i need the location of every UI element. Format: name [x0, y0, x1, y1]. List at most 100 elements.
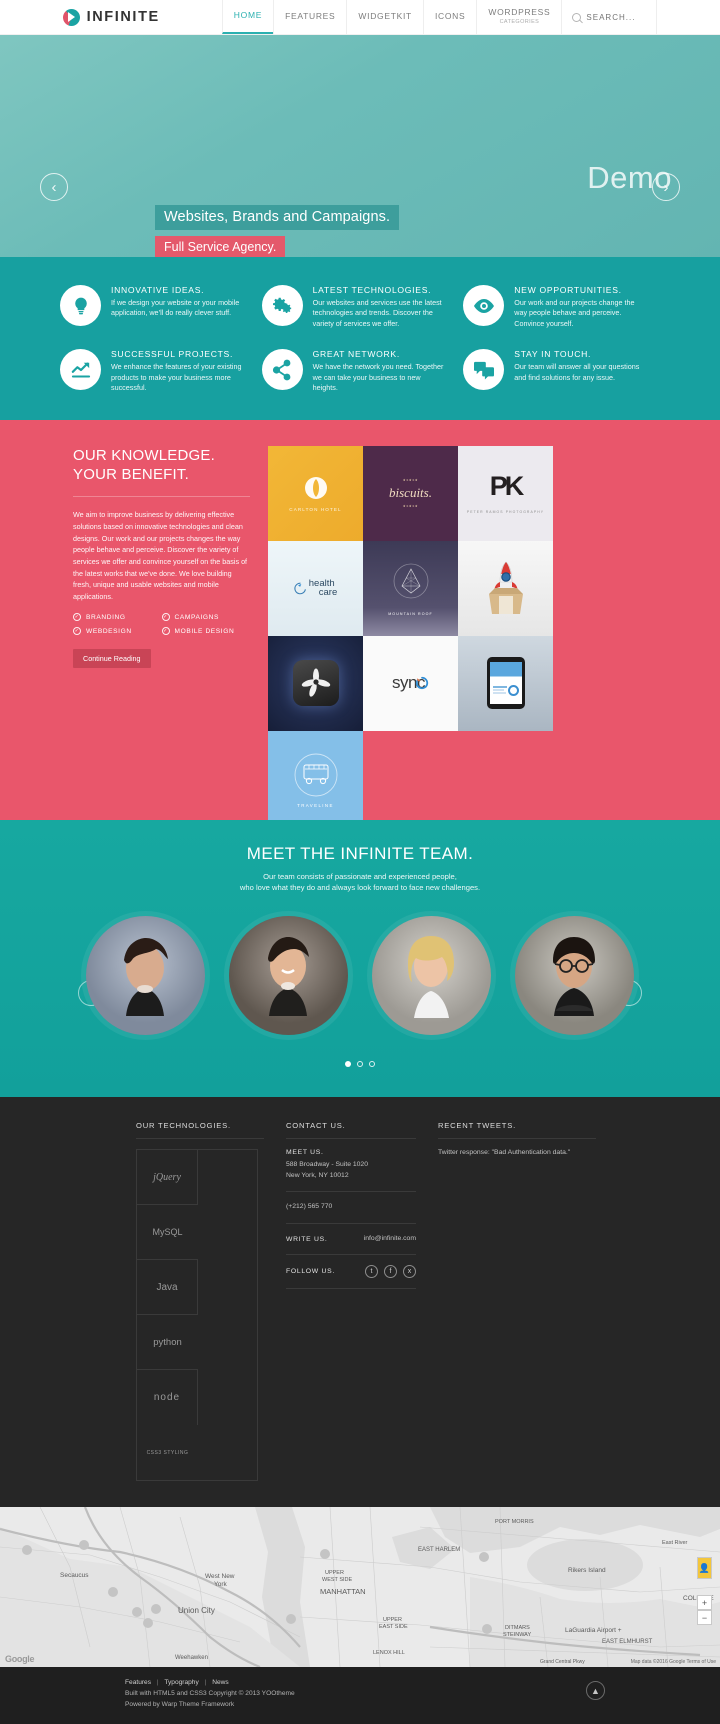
ornament-icon: ❦❧❦❧❦ [402, 504, 419, 509]
feature-title: GREAT NETWORK. [312, 349, 400, 360]
phone-number[interactable]: (+212) 565 770 [286, 1202, 416, 1213]
tablet-icon [486, 657, 525, 710]
chat-bubbles-icon [463, 349, 505, 391]
email-address[interactable]: info@infinite.com [364, 1234, 416, 1245]
knowledge-section: OUR KNOWLEDGE. YOUR BENEFIT. We aim to i… [0, 419, 720, 826]
portfolio-tile-app-icon[interactable] [268, 635, 363, 731]
search-input[interactable] [586, 12, 645, 22]
team-subtitle: Our team consists of passionate and expe… [0, 871, 720, 895]
team-members [0, 916, 720, 1036]
tech-mysql[interactable]: MySQL [137, 1205, 198, 1261]
hero-caption: Websites, Brands and Campaigns. Full Ser… [155, 205, 400, 257]
feature-new-opportunities[interactable]: NEW OPPORTUNITIES. Our work and our proj… [463, 285, 665, 329]
continue-reading-button[interactable]: Continue Reading [73, 649, 151, 669]
nav-label: HOME [233, 10, 263, 21]
zoom-out-button[interactable]: − [697, 1610, 712, 1626]
tech-node[interactable]: node [137, 1370, 198, 1426]
team-member-2[interactable] [229, 916, 348, 1036]
write-us-block: WRITE US. info@infinite.com [286, 1224, 416, 1256]
map-section[interactable]: Secaucus West New York Union City Weehawken U… [0, 1507, 720, 1668]
portfolio-tile-peter-ramos[interactable]: PK PETER RAMOS PHOTOGRAPHY [458, 445, 553, 541]
team-member-4[interactable] [515, 916, 634, 1036]
nav-item-icons[interactable]: ICONS [422, 0, 476, 34]
bottom-link-news[interactable]: News [212, 1679, 229, 1686]
nav-item-features[interactable]: FEATURES [273, 0, 346, 34]
tech-java[interactable]: Java [137, 1260, 198, 1316]
portfolio-tile-rocket-box[interactable] [458, 540, 553, 636]
portfolio-tile-mountain-roof[interactable]: MOUNTAIN ROOF [363, 540, 458, 636]
tweet-text: Twitter response: "Bad Authentication da… [438, 1149, 571, 1157]
feature-latest-technologies[interactable]: LATEST TECHNOLOGIES. Our websites and se… [261, 285, 464, 329]
portfolio-tile-sync[interactable]: sync [363, 635, 458, 731]
bottom-link-typography[interactable]: Typography [164, 1679, 198, 1686]
nav-label: WIDGETKIT [358, 11, 412, 22]
zoom-in-button[interactable]: + [697, 1595, 712, 1611]
hero-next-button[interactable]: › [652, 173, 680, 201]
facebook-icon[interactable]: f [384, 1265, 397, 1279]
write-us-label: WRITE US. [286, 1235, 328, 1243]
feature-great-network[interactable]: GREAT NETWORK. We have the network you n… [261, 349, 464, 393]
knowledge-text-column: OUR KNOWLEDGE. YOUR BENEFIT. We aim to i… [73, 446, 268, 826]
hero-headline: Websites, Brands and Campaigns. [155, 205, 400, 230]
ornament-icon: ❦❧❦❧❦ [402, 478, 419, 483]
map-label-west-new: West New [205, 1573, 235, 1581]
team-section: MEET THE INFINITE TEAM. Our team consist… [0, 819, 720, 1098]
bottom-bar: Features | Typography | News Built with … [0, 1667, 720, 1724]
team-dot-3[interactable] [369, 1061, 375, 1068]
team-dot-1[interactable] [345, 1061, 351, 1068]
portfolio-tile-traveline[interactable]: TRAVELINE [268, 730, 363, 826]
search-box[interactable] [561, 0, 658, 34]
hero-prev-button[interactable]: ‹ [40, 173, 68, 201]
map-label-east-elmhurst: EAST ELMHURST [602, 1639, 653, 1646]
tech-label: node [153, 1392, 181, 1404]
nav-item-wordpress[interactable]: WORDPRESS CATEGORIES [476, 0, 561, 34]
tech-css3[interactable]: CSS3 STYLING [137, 1425, 198, 1480]
map-label-upper: UPPER [383, 1617, 402, 1624]
powered-by-text: Powered by Warp Theme Framework [125, 1700, 235, 1708]
tech-label: CSS3 STYLING [146, 1449, 189, 1456]
feature-innovative-ideas[interactable]: INNOVATIVE IDEAS. If we design your webs… [60, 285, 262, 329]
team-member-1[interactable] [86, 916, 205, 1036]
team-dot-2[interactable] [357, 1061, 363, 1068]
healthcare-logo-icon: health care [294, 579, 337, 597]
check-circle-icon: ✓ [161, 627, 170, 636]
feature-successful-projects[interactable]: SUCCESSFUL PROJECTS. We enhance the feat… [60, 349, 262, 393]
check-mobile-design: ✓ MOBILE DESIGN [161, 627, 251, 636]
team-member-3[interactable] [372, 916, 491, 1036]
map-label-lenox-hill: LENOX HILL [373, 1650, 405, 1657]
team-subtitle-line1: Our team consists of passionate and expe… [263, 871, 457, 881]
check-campaigns: ✓ CAMPAIGNS [161, 613, 251, 622]
knowledge-body: We aim to improve business by delivering… [73, 510, 248, 601]
twitter-icon[interactable]: t [365, 1265, 378, 1279]
hero-slider: Demo ‹ › Websites, Brands and Campaigns.… [0, 35, 720, 257]
chevron-up-icon: ▲ [591, 1685, 600, 1696]
xing-icon[interactable]: x [403, 1265, 416, 1279]
mountain-roof-logo-icon [393, 563, 428, 599]
portfolio-tile-tablet-app[interactable] [458, 635, 553, 731]
meet-us-block: MEET US. 588 Broadway - Suite 1020 New Y… [286, 1139, 416, 1193]
nav-item-widgetkit[interactable]: WIDGETKIT [346, 0, 423, 34]
tech-jquery[interactable]: jQuery [137, 1150, 198, 1206]
footer-tweets-column: RECENT TWEETS. Twitter response: "Bad Au… [438, 1121, 618, 1481]
feature-desc: We enhance the features of your existing… [111, 362, 242, 393]
social-links: t f x [365, 1265, 416, 1279]
bottom-link-features[interactable]: Features [125, 1679, 151, 1686]
features-section: INNOVATIVE IDEAS. If we design your webs… [0, 257, 720, 420]
street-view-pegman-icon[interactable]: 👤 [697, 1557, 712, 1580]
portfolio-tile-health-care[interactable]: health care [268, 540, 363, 636]
separator-1: | [156, 1679, 159, 1687]
tile-label: PETER RAMOS PHOTOGRAPHY [466, 509, 545, 514]
nav-item-home[interactable]: HOME [221, 0, 274, 34]
check-circle-icon: ✓ [161, 613, 170, 622]
tech-python[interactable]: python [137, 1315, 198, 1371]
portfolio-tile-carlton-hotel[interactable]: CARLTON HOTEL [268, 445, 363, 541]
knowledge-heading-line2: YOUR BENEFIT. [73, 466, 189, 484]
map-label-union-city: Union City [178, 1606, 215, 1616]
check-label: BRANDING [86, 613, 126, 621]
logo[interactable]: INFINITE [62, 0, 222, 34]
portfolio-tile-biscuits[interactable]: ❦❧❦❧❦ biscuits. ❦❧❦❧❦ [363, 445, 458, 541]
main-navigation: HOME FEATURES WIDGETKIT ICONS WORDPRESS … [221, 0, 658, 34]
feature-stay-in-touch[interactable]: STAY IN TOUCH. Our team will answer all … [463, 349, 665, 393]
copyright-text: Built with HTML5 and CSS3 Copyright © 20… [125, 1690, 295, 1698]
address-line-1: 588 Broadway - Suite 1020 [286, 1161, 368, 1169]
